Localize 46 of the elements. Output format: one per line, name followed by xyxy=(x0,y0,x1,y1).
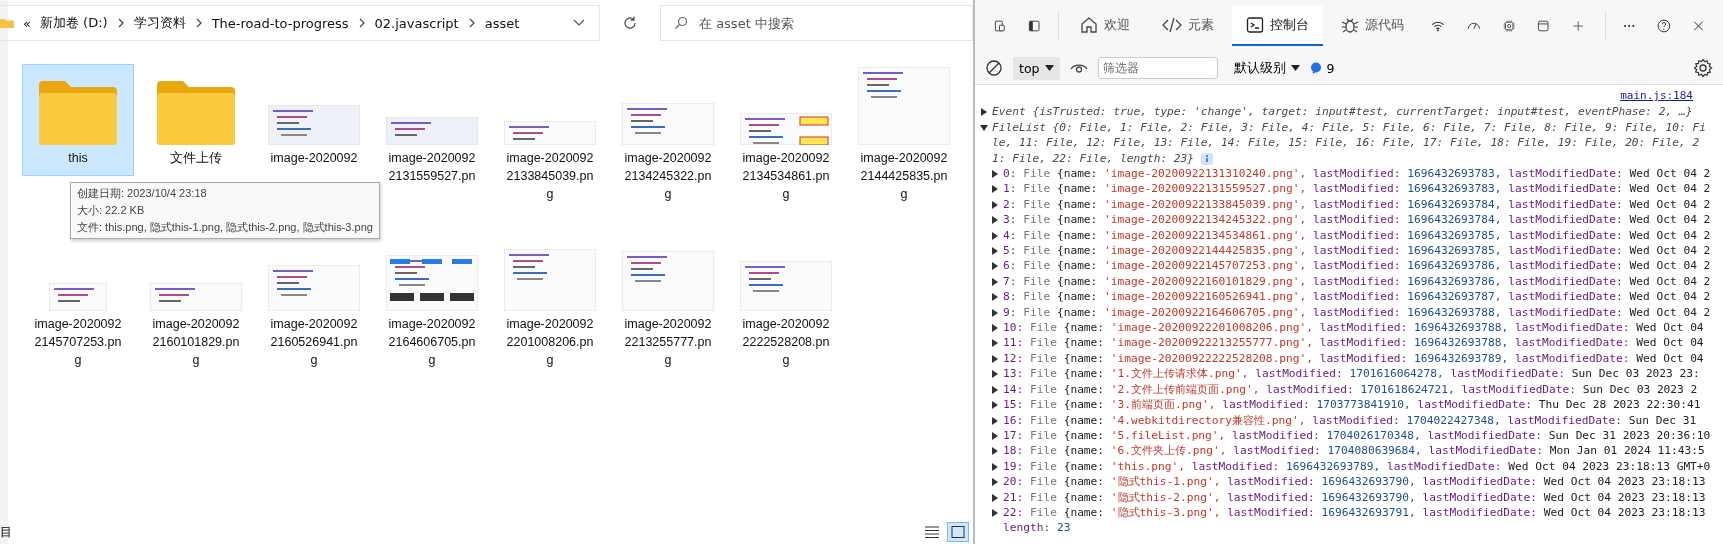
tooltip-text: 创建日期: 2023/10/4 23:18 xyxy=(77,186,208,201)
file-name: image-2020092 2144425835.pn g xyxy=(860,150,948,203)
file-name: image-2020092 2201008206.pn g xyxy=(506,316,594,369)
console-entry: 2: File {name: 'image-20200922133845039.png', lastModified: 1696432693784, lastModifiedDate: Wed Oct 04 2 xyxy=(1003,196,1711,213)
file-name: 文件上传 xyxy=(170,150,222,167)
console-entry: 18: File {name: '6.文件夹上传.png', lastModified: 1704080639684, lastModifiedDate: Mon Jan 01 2024 11:43:5 xyxy=(1003,443,1705,459)
file-name: this xyxy=(68,150,88,167)
tooltip-text: 文件: this.png, 隐式this-1.png, 隐式this-2.png, 隐式this-3.png xyxy=(77,220,373,235)
file-name: image-2020092 2160526941.pn g xyxy=(270,316,358,369)
file-name: image-2020092 2134534861.pn g xyxy=(742,150,830,203)
console-entry: 22: File {name: '隐式this-3.png', lastModified: 1696432693791, lastModifiedDate: Wed Oct 04 2023 23:18:13 xyxy=(1003,504,1706,521)
console-log: FileList {0: File, 1: File, 2: File, 3: File, 4: File, 5: File, 6: File, 7: File, 8: File, 9: File, 10: File, 11: File, 12: File, 13: File, 14: File, 15: File, 16: File, 17: File, 18: File, 19: File, 20: File, 21: File, 22: File, length: 23} xyxy=(992,119,1707,166)
console-entry: 11: File {name: 'image-20200922213255777.png', lastModified: 1696432693788, lastModifiedDate: Wed Oct 04 xyxy=(1003,335,1704,351)
console-entry: 16: File {name: '4.webkitdirectory兼容性.png', lastModified: 1704022427348, lastModifiedDate: Sun Dec 31 xyxy=(1003,412,1697,428)
console-entry: 13: File {name: '1.文件上传请求体.png', lastModified: 1701616064278, lastModifiedDate: Sun Dec 03 2023 23: xyxy=(1003,366,1700,382)
console-entry: 0: File {name: 'image-20200922131310240.png', lastModified: 1696432693783, lastModifiedDate: Wed Oct 04 2 xyxy=(1003,166,1711,182)
console-entry: 7: File {name: 'image-20200922160101829.png', lastModified: 1696432693786, lastModifiedDate: Wed Oct 04 2 xyxy=(1003,273,1711,290)
file-name: image-2020092 2145707253.pn g xyxy=(34,316,122,369)
console-entry: 4: File {name: 'image-20200922134534861.png', lastModified: 1696432693785, lastModifiedDate: Wed Oct 04 2 xyxy=(1003,227,1711,244)
console-entry: 9: File {name: 'image-20200922164606705.png', lastModified: 1696432693788, lastModifiedDate: Wed Oct 04 2 xyxy=(1003,304,1711,321)
file-name: image-2020092 2222528208.pn g xyxy=(742,316,830,369)
console-entry: 10: File {name: 'image-20200922201008206.png', lastModified: 1696432693788, lastModifiedDate: Wed Oct 04 xyxy=(1003,320,1704,336)
console-entry: length: 23 xyxy=(1003,520,1071,536)
console-entry: 1: File {name: 'image-20200922131559527.png', lastModified: 1696432693783, lastModifiedDate: Wed Oct 04 2 xyxy=(1003,181,1711,197)
console-entry: 14: File {name: '2.文件上传前端页面.png', lastModified: 1701618624721, lastModifiedDate: Sun Dec 03 2023 2 xyxy=(1003,381,1698,398)
console-entry: 6: File {name: 'image-20200922145707253.png', lastModified: 1696432693786, lastModifiedDate: Wed Oct 04 2 xyxy=(1003,258,1711,274)
console-entry: 20: File {name: '隐式this-1.png', lastModified: 1696432693790, lastModifiedDate: Wed Oct 04 2023 23:18:13 xyxy=(1003,474,1706,490)
tooltip-text: 大小: 22.2 KB xyxy=(77,203,146,218)
console-entry: 5: File {name: 'image-20200922144425835.png', lastModified: 1696432693785, lastModifiedDate: Wed Oct 04 2 xyxy=(1003,243,1711,259)
console-log: Event {isTrusted: true, type: 'change', target: input#test, currentTarget: input#test, eventPhase: 2, …} xyxy=(992,104,1693,120)
message-count: 9 xyxy=(1326,60,1335,76)
file-name: image-2020092 2160101829.pn g xyxy=(152,316,240,369)
console-entry: 19: File {name: 'this.png', lastModified: 1696432693789, lastModifiedDate: Wed Oct 04 2023 23:18:13 GMT+0 xyxy=(1003,458,1711,475)
file-name: image-2020092 2134245322.pn g xyxy=(624,150,712,203)
file-name: image-2020092 2133845039.pn g xyxy=(506,150,594,203)
file-name: image-2020092 xyxy=(270,150,358,167)
console-entry: 17: File {name: '5.fileList.png', lastModified: 1704026170348, lastModifiedDate: Sun Dec 31 2023 20:36:10 xyxy=(1003,427,1711,444)
file-name: image-2020092 2213255777.pn g xyxy=(624,316,712,369)
console-entry: 8: File {name: 'image-20200922160526941.png', lastModified: 1696432693787, lastModifiedDate: Wed Oct 04 2 xyxy=(1003,289,1711,305)
item-count: 目 xyxy=(0,523,12,541)
console-entry: 3: File {name: 'image-20200922134245322.png', lastModified: 1696432693784, lastModifiedDate: Wed Oct 04 2 xyxy=(1003,212,1711,228)
file-name: image-2020092 2131559527.pn xyxy=(388,150,476,185)
console-entry: 21: File {name: '隐式this-2.png', lastModified: 1696432693790, lastModifiedDate: Wed Oct 04 2023 23:18:13 xyxy=(1003,489,1706,505)
console-entry: 12: File {name: 'image-20200922222528208.png', lastModified: 1696432693789, lastModifiedDate: Wed Oct 04 xyxy=(1003,350,1704,367)
file-name: image-2020092 2164606705.pn g xyxy=(388,316,476,369)
console-entry: 15: File {name: '3.前端页面.png', lastModified: 1703773841910, lastModifiedDate: Thu Dec 28 2023 22:30:41 xyxy=(1003,397,1701,413)
